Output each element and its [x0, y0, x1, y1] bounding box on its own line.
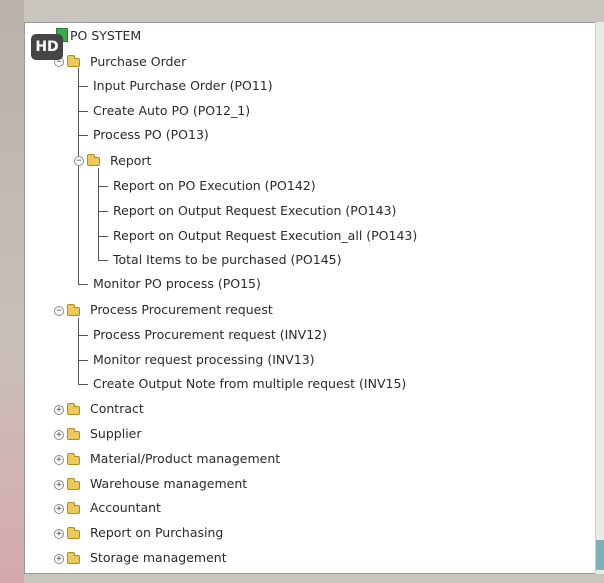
- tree-connector: [78, 86, 88, 87]
- tree-connector: [98, 260, 108, 261]
- tree-connector: [98, 186, 108, 187]
- tree-node-supplier[interactable]: Supplier: [90, 424, 142, 444]
- tree-item[interactable]: Process PO (PO13): [93, 125, 209, 145]
- tree-item[interactable]: Monitor PO process (PO15): [93, 274, 261, 294]
- minus-toggle-icon[interactable]: −: [54, 306, 64, 316]
- tree-connector: [78, 111, 88, 112]
- tree-item[interactable]: Create Output Note from multiple request…: [93, 374, 406, 394]
- background-edge: [0, 0, 24, 583]
- tree-node-report-purchasing[interactable]: Report on Purchasing: [90, 523, 223, 543]
- tree-node-procurement[interactable]: Process Procurement request: [90, 300, 273, 320]
- tree-connector: [78, 284, 88, 285]
- folder-icon: [67, 428, 80, 440]
- tree-item[interactable]: Total Items to be purchased (PO145): [113, 250, 342, 270]
- minus-toggle-icon[interactable]: −: [74, 156, 84, 166]
- tree-connector: [78, 68, 79, 284]
- tree-connector: [78, 318, 79, 384]
- tree-connector: [78, 135, 88, 136]
- tree-item[interactable]: Input Purchase Order (PO11): [93, 76, 273, 96]
- plus-toggle-icon[interactable]: +: [54, 504, 64, 514]
- folder-icon: [67, 552, 80, 564]
- folder-icon: [67, 403, 80, 415]
- tree-connector: [78, 360, 88, 361]
- scrollbar-thumb[interactable]: [596, 540, 604, 570]
- tree-item[interactable]: Process Procurement request (INV12): [93, 325, 327, 345]
- tree-node-contract[interactable]: Contract: [90, 399, 144, 419]
- plus-toggle-icon[interactable]: +: [54, 405, 64, 415]
- tree-node-report[interactable]: Report: [110, 151, 151, 171]
- folder-icon: [67, 453, 80, 465]
- tree-item[interactable]: Report on Output Request Execution (PO14…: [113, 201, 396, 221]
- folder-icon: [67, 478, 80, 490]
- tree-item[interactable]: Monitor request processing (INV13): [93, 350, 315, 370]
- plus-toggle-icon[interactable]: +: [54, 480, 64, 490]
- hd-badge: HD: [31, 34, 63, 60]
- tree-item[interactable]: Report on PO Execution (PO142): [113, 176, 316, 196]
- vertical-scrollbar[interactable]: [595, 22, 604, 574]
- tree-connector: [98, 168, 99, 260]
- tree-node-material[interactable]: Material/Product management: [90, 449, 280, 469]
- tree-item[interactable]: Report on Output Request Execution_all (…: [113, 226, 417, 246]
- tree-node-accountant[interactable]: Accountant: [90, 498, 161, 518]
- folder-icon: [87, 154, 100, 166]
- tree-node-purchase-order[interactable]: Purchase Order: [90, 52, 186, 72]
- tree-connector: [78, 335, 88, 336]
- tree-node-storage[interactable]: Storage management: [90, 548, 227, 568]
- tree-connector: [78, 384, 88, 385]
- plus-toggle-icon[interactable]: +: [54, 455, 64, 465]
- folder-icon: [67, 304, 80, 316]
- tree-item[interactable]: Create Auto PO (PO12_1): [93, 101, 250, 121]
- plus-toggle-icon[interactable]: +: [54, 430, 64, 440]
- tree-connector: [98, 236, 108, 237]
- folder-icon: [67, 502, 80, 514]
- tree-root-label[interactable]: PO SYSTEM: [70, 26, 141, 46]
- tree-node-warehouse[interactable]: Warehouse management: [90, 474, 247, 494]
- tree-connector: [98, 211, 108, 212]
- folder-icon: [67, 55, 80, 67]
- plus-toggle-icon[interactable]: +: [54, 529, 64, 539]
- folder-icon: [67, 527, 80, 539]
- plus-toggle-icon[interactable]: +: [54, 554, 64, 564]
